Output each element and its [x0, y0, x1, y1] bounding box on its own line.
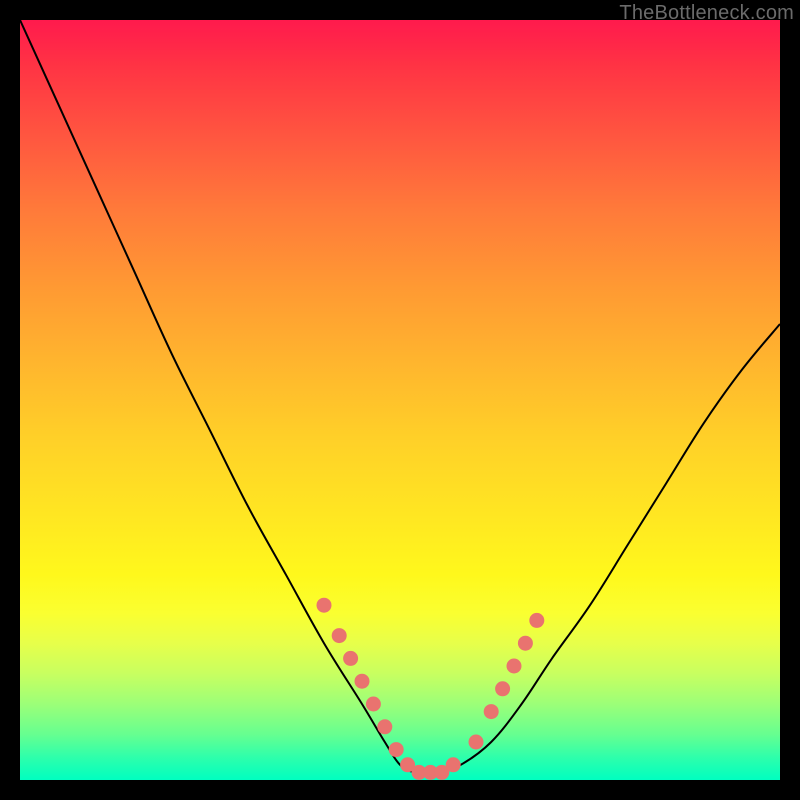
marker-dot	[355, 674, 370, 689]
marker-dot	[389, 742, 404, 757]
plot-area	[20, 20, 780, 780]
marker-dot	[529, 613, 544, 628]
highlight-markers	[317, 598, 545, 780]
marker-dot	[518, 636, 533, 651]
watermark-text: TheBottleneck.com	[619, 2, 794, 25]
marker-dot	[332, 628, 347, 643]
marker-dot	[377, 719, 392, 734]
marker-dot	[484, 704, 499, 719]
marker-dot	[446, 757, 461, 772]
curve-path	[20, 20, 780, 773]
marker-dot	[495, 681, 510, 696]
marker-dot	[366, 697, 381, 712]
marker-dot	[317, 598, 332, 613]
marker-dot	[343, 651, 358, 666]
chart-svg	[20, 20, 780, 780]
marker-dot	[507, 659, 522, 674]
marker-dot	[469, 735, 484, 750]
chart-frame: TheBottleneck.com	[0, 0, 800, 800]
curve-line	[20, 20, 780, 773]
